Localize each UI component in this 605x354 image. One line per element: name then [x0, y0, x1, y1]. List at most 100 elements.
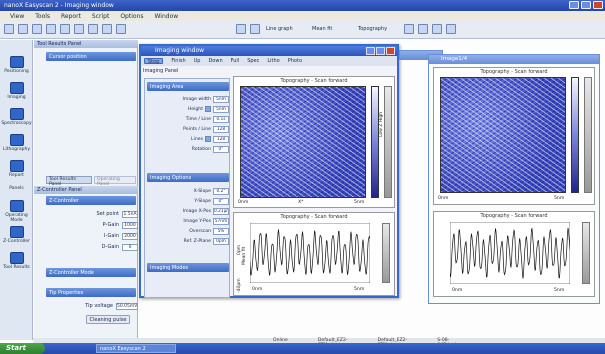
palette-icon[interactable]	[418, 24, 428, 34]
image-width-field[interactable]: 5nm	[213, 95, 229, 103]
set-point-field[interactable]: 1.5nA	[122, 210, 138, 218]
d-gain-field[interactable]: 0	[122, 243, 138, 251]
imaging-options-section[interactable]: Imaging Options	[147, 173, 229, 182]
zoom-icon[interactable]	[74, 24, 84, 34]
rotate-icon[interactable]	[102, 24, 112, 34]
image2-topography-image[interactable]	[440, 77, 566, 193]
time-line-field[interactable]: 0.1s	[213, 115, 229, 123]
image-x-pos-field[interactable]: 0.21µm	[213, 207, 229, 215]
lines-field[interactable]: 128	[213, 135, 229, 143]
image-window-2-title: Image1/4	[429, 55, 599, 64]
lines-checkbox[interactable]	[205, 136, 211, 142]
maximize-button[interactable]	[581, 1, 591, 9]
x-slope-field[interactable]: 0.2°	[213, 187, 229, 195]
p-gain-field[interactable]: 1000	[122, 221, 138, 229]
line-graph-button[interactable]: Line graph	[266, 26, 293, 32]
menu-bar: View Tools Report Script Options Window	[0, 11, 605, 21]
imaging-modes-section[interactable]: Imaging Modes	[147, 263, 229, 272]
minimize-button[interactable]	[569, 1, 579, 9]
image-window-2: Image1/4 Topography - Scan forward 0nm 5…	[428, 54, 600, 304]
height-field[interactable]: 5nm	[213, 105, 229, 113]
spectroscopy-icon	[9, 108, 24, 120]
up-button[interactable]: Up	[194, 58, 201, 64]
topography-select[interactable]: Topography	[358, 26, 387, 32]
lithography-nav[interactable]: Lithography	[0, 134, 33, 152]
grid-icon[interactable]	[250, 24, 260, 34]
imaging-minimize-button[interactable]	[366, 47, 375, 55]
topo-x-mid: X*	[298, 200, 304, 205]
tab-operating[interactable]: Operating Panel	[93, 176, 136, 187]
chart-icon[interactable]	[32, 24, 42, 34]
positioning-icon	[9, 56, 24, 68]
image2-colorbar	[571, 77, 579, 193]
menu-script[interactable]: Script	[92, 13, 109, 20]
filter-icon[interactable]	[236, 24, 246, 34]
image2-range-slider[interactable]	[584, 77, 592, 193]
operating-mode-nav[interactable]: Operating Mode	[0, 200, 33, 223]
report-nav[interactable]: Report	[0, 160, 33, 178]
image-x-pos-row: Image X-Pos 0.21µm	[182, 207, 229, 215]
axis-icon[interactable]	[60, 24, 70, 34]
i-gain-field[interactable]: 2000	[122, 232, 138, 240]
menu-view[interactable]: View	[10, 13, 24, 20]
imaging-maximize-button[interactable]	[376, 47, 385, 55]
litho-button[interactable]: Litho	[267, 58, 279, 64]
crop-icon[interactable]	[88, 24, 98, 34]
ref-z-plane-field[interactable]: 0pm	[213, 237, 229, 245]
points-line-field[interactable]: 128	[213, 125, 229, 133]
imaging-area-section[interactable]: Imaging Area	[147, 82, 229, 91]
spec-button[interactable]: Spec	[247, 58, 259, 64]
rotation-field[interactable]: 0°	[213, 145, 229, 153]
layout-icon[interactable]	[404, 24, 414, 34]
taskbar-item[interactable]: nanoX Easyscan 2	[96, 344, 176, 353]
mean-fit-button[interactable]: Mean fit	[312, 26, 332, 32]
z-controller-nav[interactable]: Z-Controller	[0, 226, 33, 244]
print-icon[interactable]	[446, 24, 456, 34]
spectroscopy-nav[interactable]: Spectroscopy	[0, 108, 33, 126]
histogram-icon[interactable]	[46, 24, 56, 34]
line-range-slider[interactable]	[382, 223, 390, 283]
menu-tools[interactable]: Tools	[35, 13, 50, 20]
start-button[interactable]: Start	[0, 343, 45, 354]
line-y-mid: Mean fit	[242, 246, 247, 265]
export-icon[interactable]	[432, 24, 442, 34]
cursor-position-button[interactable]: Cursor position	[46, 52, 136, 61]
imaging-nav[interactable]: Imaging	[0, 82, 33, 100]
z-controller-mode-section[interactable]: Z-Controller Mode	[46, 268, 136, 277]
close-button[interactable]	[593, 1, 603, 9]
tip-voltage-field[interactable]: 50.05mV	[116, 302, 138, 310]
image-y-pos-field[interactable]: 57nm	[213, 217, 229, 225]
tool-results-nav[interactable]: Tool Results	[0, 252, 33, 270]
y-slope-row: Y-Slope 0°	[149, 197, 229, 205]
open-icon[interactable]	[18, 24, 28, 34]
menu-options[interactable]: Options	[120, 13, 143, 20]
menu-window[interactable]: Window	[154, 13, 178, 20]
overscan-field[interactable]: 5%	[213, 227, 229, 235]
y-slope-field[interactable]: 0°	[213, 197, 229, 205]
tab-tool-results[interactable]: Tool Results Panel	[46, 176, 92, 187]
cleaning-pulse-button[interactable]: Cleaning pulse	[86, 315, 130, 324]
positioning-nav[interactable]: Positioning	[0, 56, 33, 74]
left-navigation: Positioning Imaging Spectroscopy Lithogr…	[0, 40, 33, 340]
full-button[interactable]: Full	[231, 58, 240, 64]
lithography-icon	[9, 134, 24, 146]
imaging-panel: Imaging Area Image width 5nm Height 5nm Ti…	[144, 78, 230, 298]
image2-line-range-slider[interactable]	[582, 222, 590, 284]
down-button[interactable]: Down	[208, 58, 222, 64]
tip-properties-section[interactable]: Tip Properties	[46, 288, 136, 297]
save-icon[interactable]	[4, 24, 14, 34]
flip-icon[interactable]	[116, 24, 126, 34]
menu-report[interactable]: Report	[61, 13, 81, 20]
topography-image[interactable]	[240, 86, 366, 198]
finish-button[interactable]: Finish	[171, 58, 185, 64]
z-controller-section[interactable]: Z-Controller	[46, 196, 136, 205]
time-line-row: Time / Line 0.1s	[149, 115, 229, 123]
image2-line-profile-chart	[450, 222, 570, 284]
height-checkbox[interactable]	[205, 106, 211, 112]
tool-results-panel: Tool Results Panel Cursor position Tool …	[34, 40, 138, 340]
imaging-close-button[interactable]	[386, 47, 395, 55]
line-y-bottom: -40pm	[237, 278, 242, 293]
topography-range-slider[interactable]	[384, 86, 392, 198]
stop-button[interactable]: Stop	[144, 58, 164, 65]
photo-button[interactable]: Photo	[288, 58, 302, 64]
